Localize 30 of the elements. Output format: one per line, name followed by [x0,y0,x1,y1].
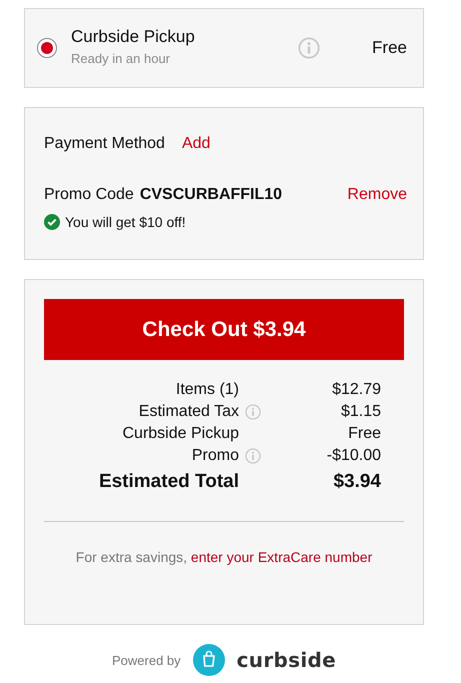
summary-value: $3.94 [332,471,381,493]
info-icon[interactable] [245,448,261,464]
summary-label: Items (1) [174,381,239,399]
summary-label: Estimated Total [98,471,239,493]
add-payment-link[interactable]: Add [182,135,210,153]
summary-label: Curbside Pickup [122,425,239,443]
option-subtitle: Ready in an hour [71,50,172,66]
powered-by-text: Powered by [112,652,181,668]
option-price: Free [372,38,407,58]
brand-logo: curbside [236,648,336,672]
option-title: Curbside Pickup [71,26,196,46]
summary-value: -$10.00 [326,447,381,465]
shopping-bag-icon [192,644,225,676]
info-icon[interactable] [298,37,320,59]
remove-promo-link[interactable]: Remove [347,186,407,204]
extracare-link[interactable]: enter your ExtraCare number [190,549,372,565]
summary-value: Free [347,425,381,443]
promo-code-label: Promo Code [44,186,134,204]
payment-method-label: Payment Method [44,135,165,153]
summary-label: Promo [190,447,239,465]
summary-value: $12.79 [331,381,381,399]
radio-button[interactable] [37,38,57,58]
extracare-text: For extra savings, [76,549,188,565]
summary-value: $1.15 [340,403,381,421]
promo-code: CVSCURBAFFIL10 [140,186,284,204]
summary-label: Estimated Tax [138,403,239,421]
promo-message: You will get $10 off! [65,214,186,230]
check-icon [44,214,60,230]
checkout-button[interactable]: Check Out $3.94 [44,299,404,360]
info-icon[interactable] [245,404,261,420]
